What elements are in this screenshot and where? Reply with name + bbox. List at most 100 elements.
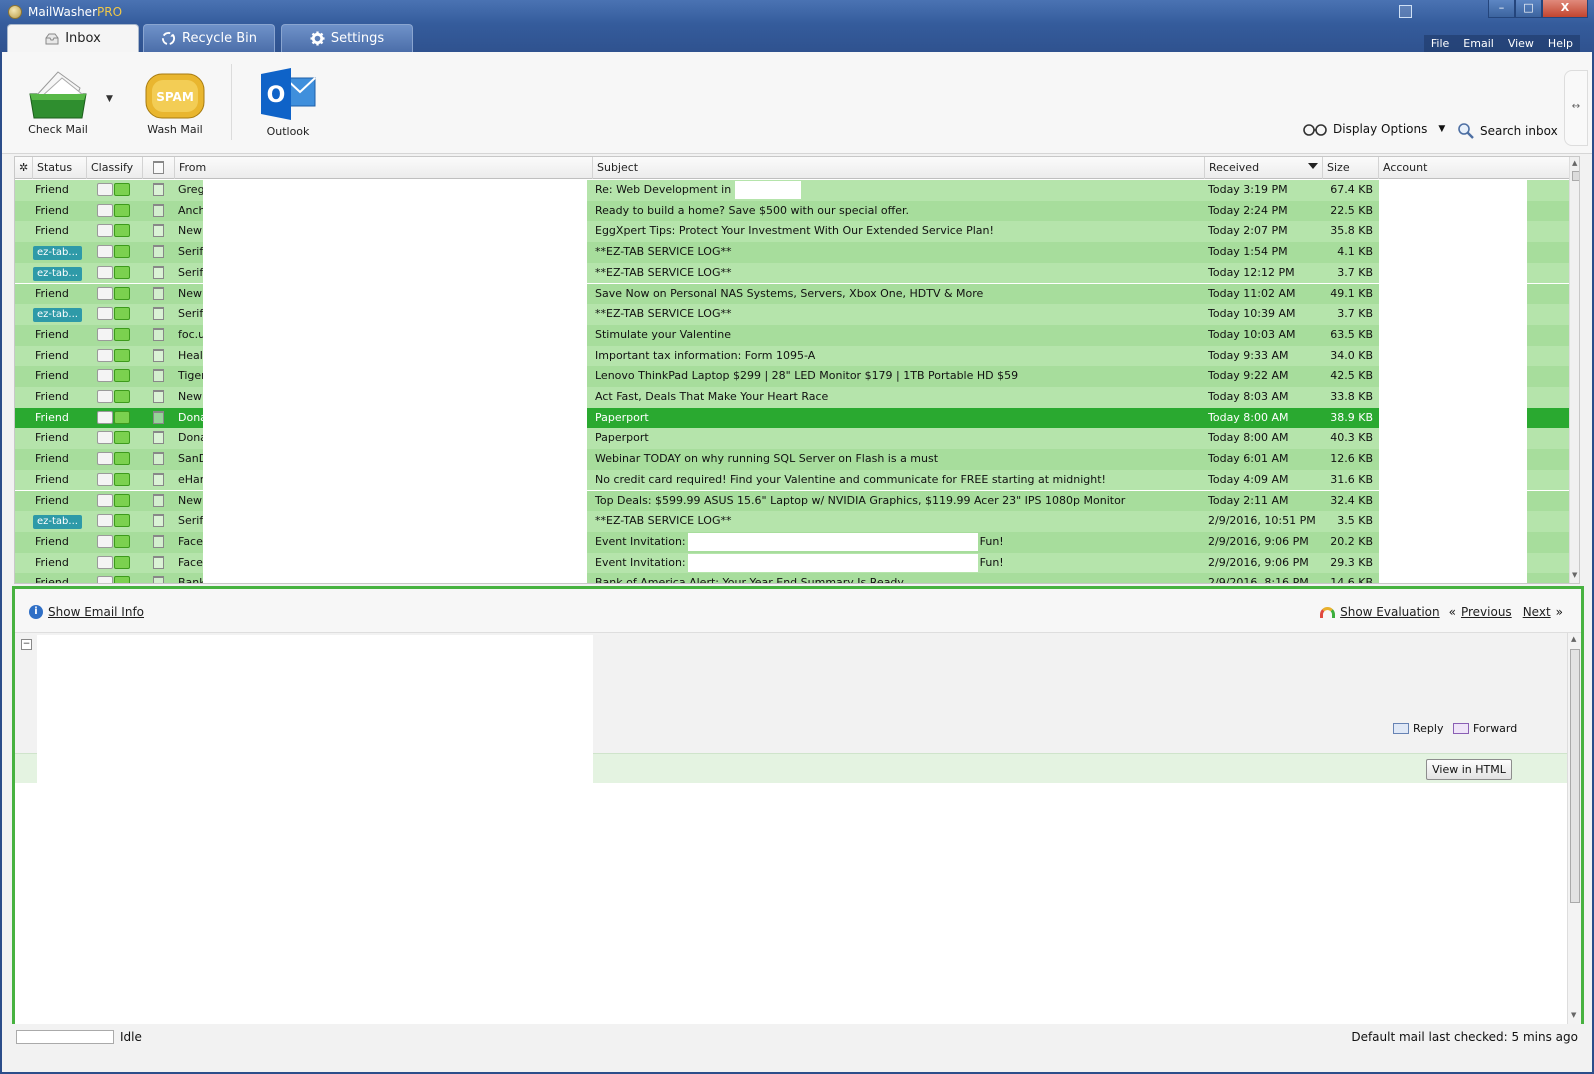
preview-scroll-thumb[interactable] — [1570, 649, 1580, 903]
thumbs-up-icon[interactable] — [114, 431, 130, 445]
column-header-status[interactable]: Status — [33, 157, 87, 179]
side-panel-expander[interactable]: ↔ — [1564, 70, 1588, 146]
thumbs-down-icon[interactable] — [97, 390, 113, 403]
row-delete[interactable] — [143, 387, 175, 408]
row-delete[interactable] — [143, 532, 175, 553]
thumbs-down-icon[interactable] — [97, 555, 113, 569]
grid-scroll-thumb[interactable] — [1572, 171, 1579, 181]
table-row[interactable]: Friend Heal Important tax information: For… — [15, 345, 1569, 367]
column-header-subject[interactable]: Subject — [593, 157, 1205, 179]
thumbs-down-icon[interactable] — [97, 348, 113, 362]
maximize-button[interactable]: □ — [1515, 0, 1542, 18]
thumbs-up-icon[interactable] — [114, 369, 130, 383]
view-in-html-button[interactable]: View in HTML — [1426, 759, 1512, 780]
menu-file[interactable]: File — [1423, 35, 1457, 52]
row-delete[interactable] — [143, 428, 175, 449]
thumbs-up-icon[interactable] — [114, 265, 130, 279]
thumbs-up-icon[interactable] — [114, 203, 130, 217]
column-header-classify[interactable]: Classify — [87, 157, 143, 179]
preview-scrollbar[interactable]: ▲ ▼ — [1567, 633, 1581, 1027]
thumbs-up-icon[interactable] — [114, 555, 130, 569]
thumbs-up-icon[interactable] — [114, 307, 130, 321]
column-header-size[interactable]: Size — [1323, 157, 1379, 179]
scroll-up-icon[interactable]: ▲ — [1572, 159, 1577, 167]
row-delete[interactable] — [143, 366, 175, 387]
table-row[interactable]: Friend Bank Bank of America Alert: Your Ye… — [15, 573, 1569, 583]
thumbs-up-icon[interactable] — [114, 452, 130, 466]
row-delete[interactable] — [143, 284, 175, 305]
tab-inbox[interactable]: Inbox — [7, 24, 139, 52]
table-row[interactable]: Friend Face Event Invitation: Fun! 2/9/2016,… — [15, 531, 1569, 553]
table-row[interactable]: Friend New EggXpert Tips: Protect Your Inv… — [15, 221, 1569, 243]
thumbs-down-icon[interactable] — [97, 307, 113, 321]
column-settings-icon[interactable]: ✲ — [15, 157, 33, 179]
row-delete[interactable] — [143, 408, 175, 429]
thumbs-up-icon[interactable] — [114, 224, 130, 238]
thumbs-down-icon[interactable] — [97, 534, 113, 548]
table-row[interactable]: Friend Face Event Invitation: Fun! 2/9/2016,… — [15, 552, 1569, 574]
grid-scrollbar[interactable]: ▲ ▼ — [1569, 157, 1579, 583]
row-delete[interactable] — [143, 221, 175, 242]
row-delete[interactable] — [143, 304, 175, 325]
row-delete[interactable] — [143, 553, 175, 574]
thumbs-down-icon[interactable] — [97, 431, 113, 445]
thumbs-down-icon[interactable] — [97, 203, 113, 217]
thumbs-down-icon[interactable] — [97, 286, 113, 300]
preview-scroll-down-icon[interactable]: ▼ — [1571, 1011, 1576, 1019]
row-delete[interactable] — [143, 573, 175, 583]
table-row[interactable]: Friend Anch Ready to build a home? Save $5… — [15, 200, 1569, 222]
row-delete[interactable] — [143, 470, 175, 491]
thumbs-up-icon[interactable] — [114, 183, 130, 196]
table-row[interactable]: Friend Dona Paperport Today 8:00 AM 40.3 KB — [15, 428, 1569, 450]
minimize-button[interactable]: – — [1488, 0, 1515, 18]
row-delete[interactable] — [143, 511, 175, 532]
thumbs-up-icon[interactable] — [114, 410, 130, 424]
thumbs-up-icon[interactable] — [114, 514, 130, 528]
thumbs-up-icon[interactable] — [114, 390, 130, 403]
menu-email[interactable]: Email — [1456, 35, 1501, 52]
reply-button[interactable]: Reply — [1393, 722, 1443, 735]
thumbs-down-icon[interactable] — [97, 576, 113, 583]
thumbs-up-icon[interactable] — [114, 472, 130, 486]
row-delete[interactable] — [143, 346, 175, 367]
table-row[interactable]: Friend New Top Deals: $599.99 ASUS 15.6" L… — [15, 490, 1569, 512]
table-row[interactable]: Friend foc.u Stimulate your Valentine Today… — [15, 324, 1569, 346]
table-row[interactable]: Friend New Save Now on Personal NAS System… — [15, 283, 1569, 305]
thumbs-up-icon[interactable] — [114, 493, 130, 507]
column-header-account[interactable]: Account — [1379, 157, 1569, 179]
tab-settings[interactable]: Settings — [281, 24, 413, 52]
check-mail-dropdown-icon[interactable]: ▼ — [106, 94, 113, 104]
compact-mode-icon[interactable] — [1399, 5, 1412, 18]
row-delete[interactable] — [143, 180, 175, 201]
tab-recycle-bin[interactable]: Recycle Bin — [143, 24, 275, 52]
thumbs-down-icon[interactable] — [97, 327, 113, 341]
display-options-button[interactable]: Display Options ▼ — [1302, 122, 1445, 136]
thumbs-down-icon[interactable] — [97, 245, 113, 259]
check-mail-button[interactable]: Check Mail — [22, 68, 94, 136]
column-header-delete[interactable] — [143, 157, 175, 179]
thumbs-down-icon[interactable] — [97, 472, 113, 486]
table-row[interactable]: Friend Dona Paperport Today 8:00 AM 38.9 KB — [15, 407, 1569, 429]
show-evaluation-link[interactable]: Show Evaluation — [1340, 605, 1440, 619]
thumbs-down-icon[interactable] — [97, 224, 113, 238]
thumbs-down-icon[interactable] — [97, 183, 113, 196]
thumbs-up-icon[interactable] — [114, 245, 130, 259]
thumbs-up-icon[interactable] — [114, 286, 130, 300]
thumbs-down-icon[interactable] — [97, 410, 113, 424]
row-delete[interactable] — [143, 242, 175, 263]
thumbs-up-icon[interactable] — [114, 327, 130, 341]
thumbs-down-icon[interactable] — [97, 493, 113, 507]
table-row[interactable]: Friend Greg Re: Web Development in Today 3:… — [15, 180, 1569, 201]
table-row[interactable]: ez-tab... Serif **EZ-TAB SERVICE LOG** Toda… — [15, 262, 1569, 284]
row-delete[interactable] — [143, 491, 175, 512]
column-header-from[interactable]: From — [175, 157, 593, 179]
thumbs-up-icon[interactable] — [114, 534, 130, 548]
table-row[interactable]: Friend eHar No credit card required! Find … — [15, 469, 1569, 491]
thumbs-up-icon[interactable] — [114, 348, 130, 362]
thumbs-up-icon[interactable] — [114, 576, 130, 583]
row-delete[interactable] — [143, 263, 175, 284]
thumbs-down-icon[interactable] — [97, 265, 113, 279]
row-delete[interactable] — [143, 325, 175, 346]
menu-help[interactable]: Help — [1540, 35, 1580, 52]
table-row[interactable]: Friend Tiger Lenovo ThinkPad Laptop $299 |… — [15, 366, 1569, 387]
